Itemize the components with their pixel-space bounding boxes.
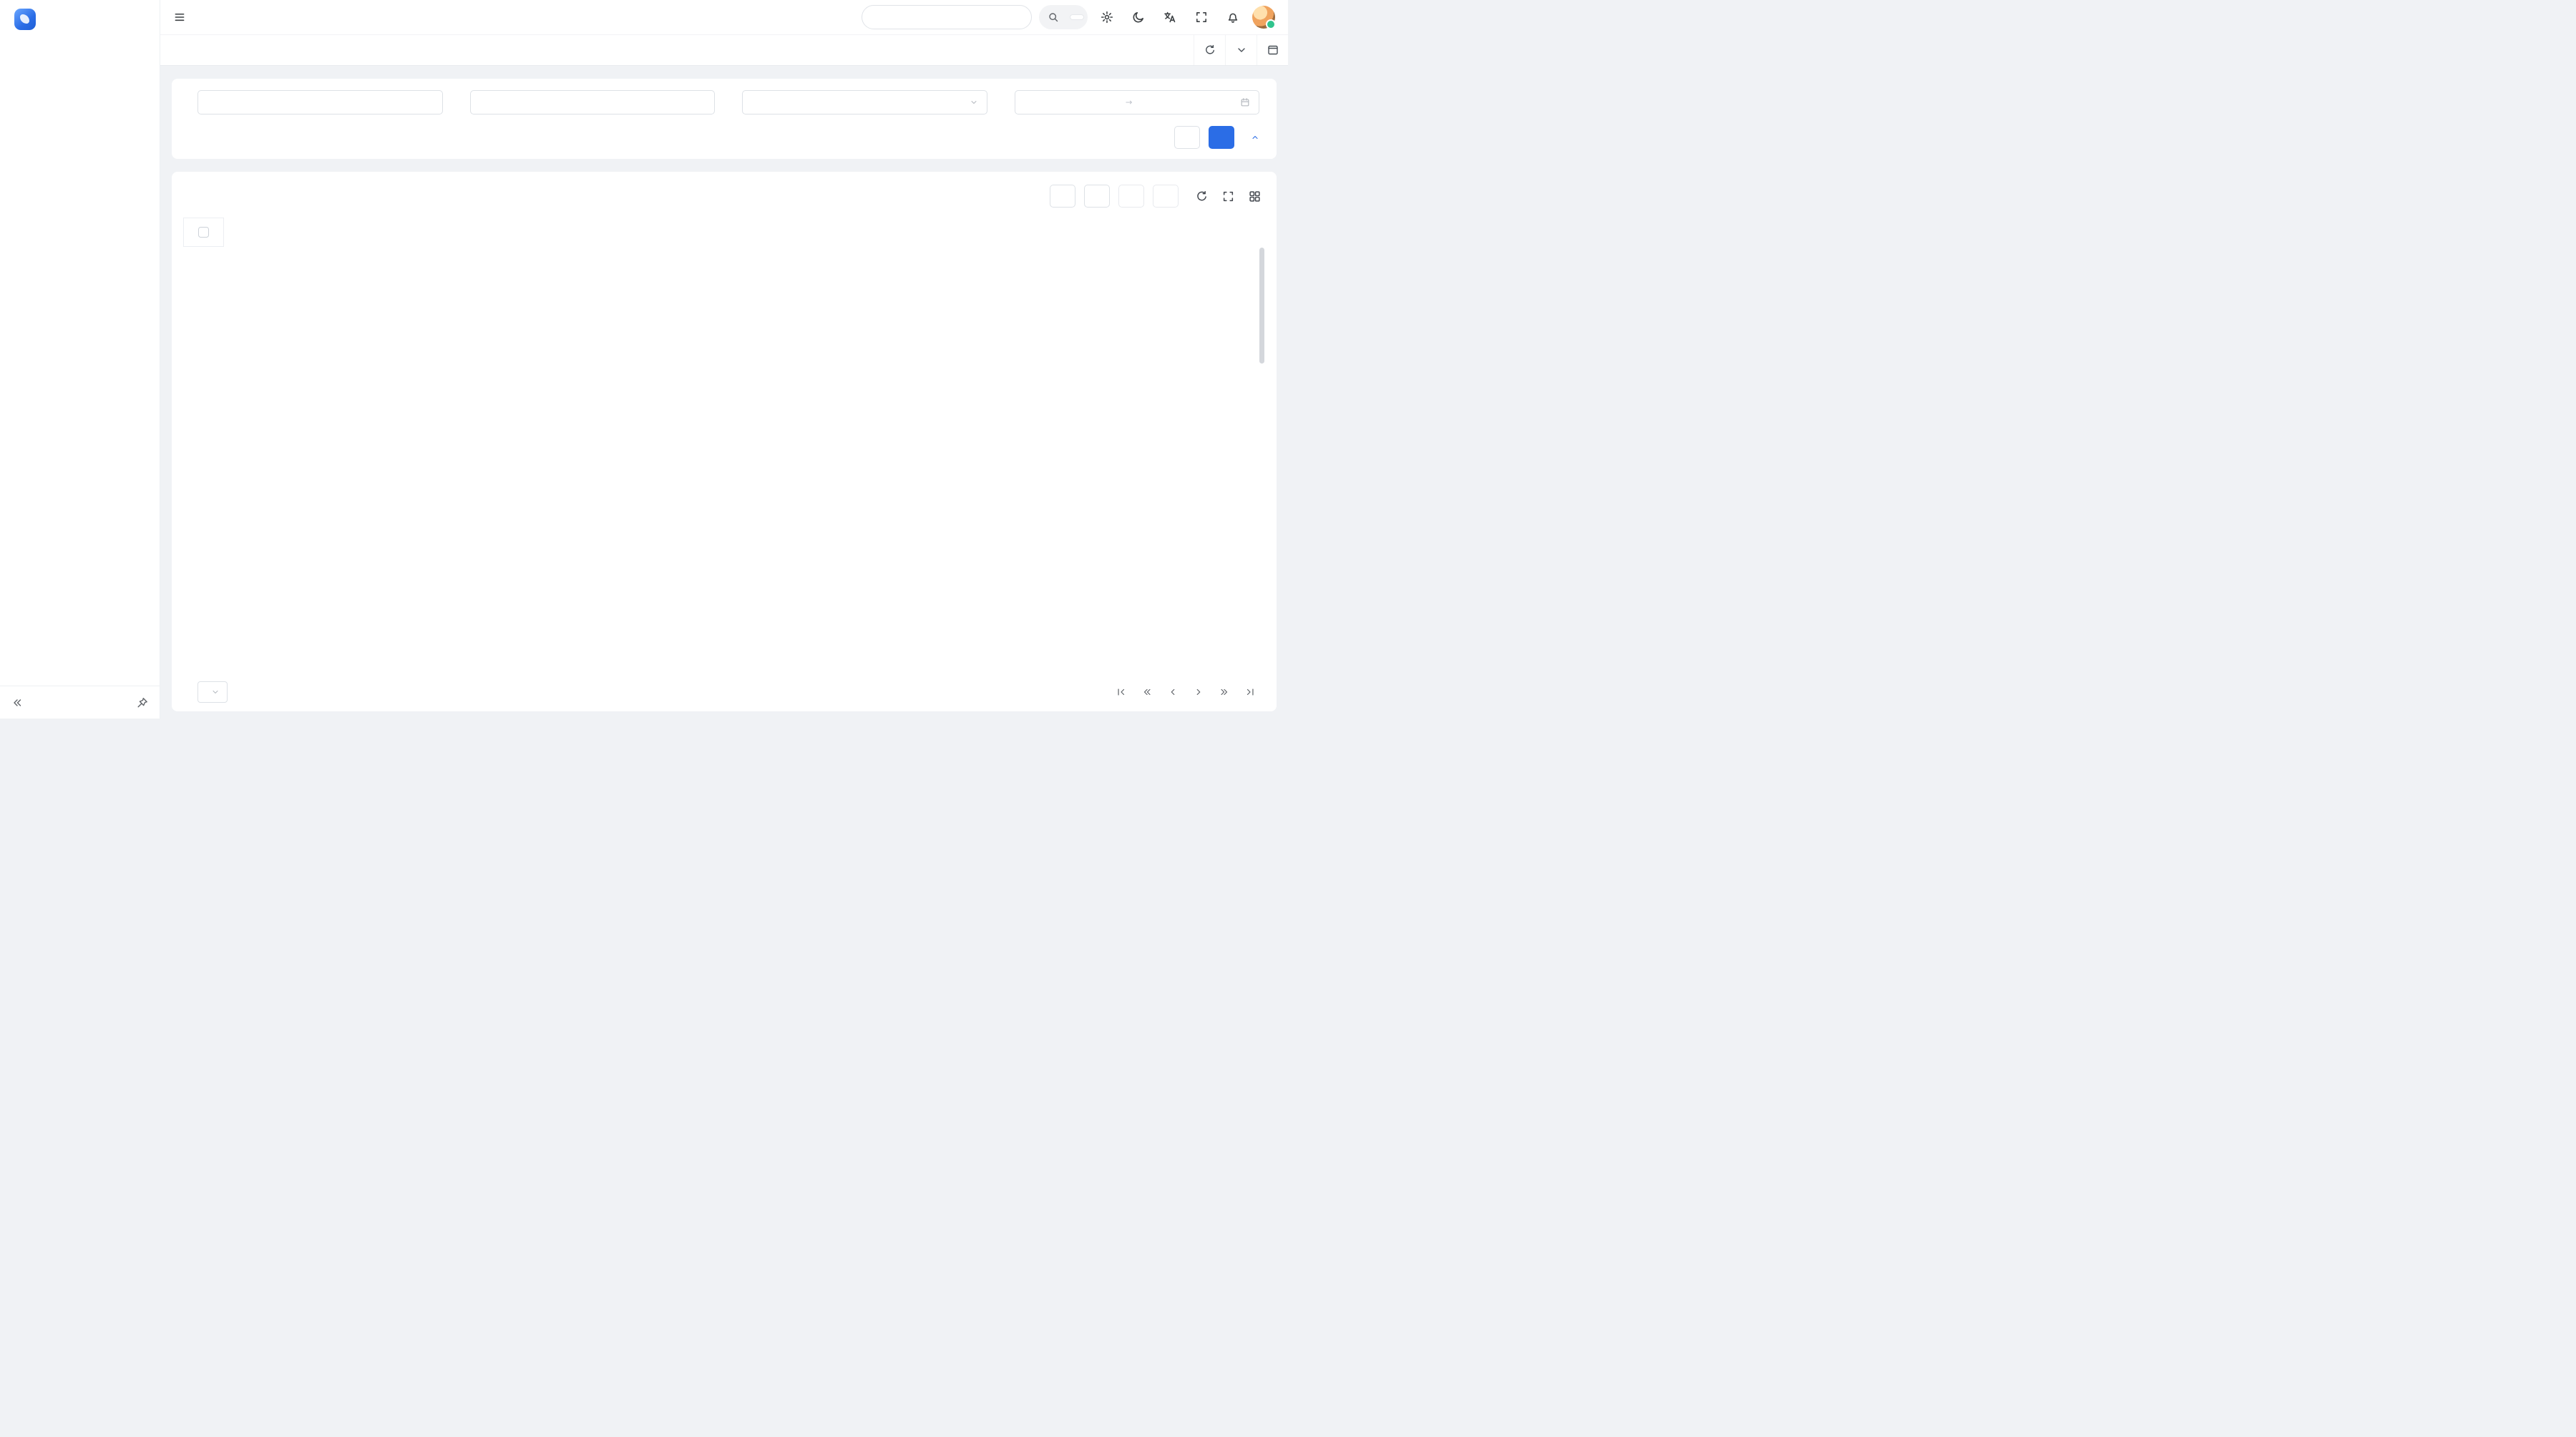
prev-page-button[interactable] xyxy=(1162,681,1184,703)
hamburger-icon xyxy=(173,11,186,24)
top-header xyxy=(160,0,1288,34)
last-page-button[interactable] xyxy=(1239,681,1261,703)
collapse-sidebar-icon[interactable] xyxy=(11,697,23,708)
translate-icon xyxy=(1163,11,1176,24)
app-logo[interactable] xyxy=(0,0,160,39)
date-filter-group xyxy=(1006,90,1260,115)
theme-toggle-button[interactable] xyxy=(1126,5,1151,29)
main-area xyxy=(160,0,1288,718)
filter-panel xyxy=(172,79,1277,159)
table-scrollbar[interactable] xyxy=(1259,248,1264,364)
fullscreen-button[interactable] xyxy=(1189,5,1214,29)
screen-icon xyxy=(1267,44,1279,56)
clear-button[interactable] xyxy=(1050,185,1075,208)
page-size-select[interactable] xyxy=(197,681,228,703)
app-logo-icon xyxy=(14,9,36,30)
login-log-card xyxy=(172,172,1277,711)
status-filter-group xyxy=(733,90,987,115)
reset-button[interactable] xyxy=(1174,126,1200,149)
chevron-down-icon xyxy=(1236,44,1247,56)
header-actions xyxy=(862,5,1275,29)
tab-options-button[interactable] xyxy=(1225,35,1257,65)
chevron-down-icon xyxy=(211,688,220,696)
arrow-right-icon xyxy=(1125,98,1133,107)
bell-icon xyxy=(1226,11,1239,24)
chevron-up-icon xyxy=(1251,133,1259,142)
account-filter-input[interactable] xyxy=(479,97,706,108)
chevron-down-icon xyxy=(970,98,978,107)
next-page-button[interactable] xyxy=(1188,681,1209,703)
double-chevron-left-icon xyxy=(1142,687,1152,697)
select-all-checkbox[interactable] xyxy=(198,227,210,238)
first-page-button[interactable] xyxy=(1111,681,1132,703)
ip-filter-group xyxy=(189,90,443,115)
moon-icon xyxy=(1132,11,1145,24)
tenant-select[interactable] xyxy=(862,5,1032,29)
open-tabs xyxy=(160,35,1194,65)
table-header-row xyxy=(184,218,1266,247)
table-wrap xyxy=(183,218,1265,673)
collapse-filters-link[interactable] xyxy=(1249,133,1259,142)
ip-filter-input[interactable] xyxy=(207,97,434,108)
tab-bar xyxy=(160,34,1288,66)
refresh-table-icon[interactable] xyxy=(1196,190,1208,203)
sidebar-toggle-button[interactable] xyxy=(167,5,192,29)
status-filter-select[interactable] xyxy=(742,90,987,115)
date-range-picker[interactable] xyxy=(1015,90,1260,115)
jump-forward-button[interactable] xyxy=(1214,681,1235,703)
calendar-icon xyxy=(1240,97,1250,107)
pagination-pages xyxy=(1111,681,1261,703)
table-fullscreen-icon[interactable] xyxy=(1222,190,1234,203)
tab-tools xyxy=(1194,35,1288,65)
user-avatar[interactable] xyxy=(1252,6,1275,29)
delete-button[interactable] xyxy=(1118,185,1144,208)
login-log-table xyxy=(183,218,1265,247)
gear-icon xyxy=(1101,11,1113,24)
column-settings-icon[interactable] xyxy=(1249,190,1261,203)
settings-button[interactable] xyxy=(1095,5,1119,29)
account-filter-group xyxy=(462,90,716,115)
unlock-button[interactable] xyxy=(1153,185,1179,208)
sidebar xyxy=(0,0,160,718)
notifications-button[interactable] xyxy=(1221,5,1245,29)
sidebar-footer xyxy=(0,686,160,718)
last-page-icon xyxy=(1245,687,1255,697)
chevron-left-icon xyxy=(1168,687,1178,697)
refresh-page-button[interactable] xyxy=(1194,35,1225,65)
page-content xyxy=(160,66,1288,718)
fullscreen-icon xyxy=(1195,11,1208,24)
language-button[interactable] xyxy=(1158,5,1182,29)
query-button[interactable] xyxy=(1209,126,1234,149)
sidebar-menu xyxy=(0,39,160,686)
first-page-icon xyxy=(1116,687,1126,697)
double-chevron-right-icon xyxy=(1219,687,1229,697)
export-button[interactable] xyxy=(1084,185,1110,208)
list-toolbar xyxy=(1050,185,1261,208)
select-all-cell xyxy=(184,218,224,247)
search-icon xyxy=(1048,11,1059,23)
pagination-bar xyxy=(183,673,1265,711)
search-shortcut xyxy=(1070,15,1083,19)
jump-back-button[interactable] xyxy=(1136,681,1158,703)
pin-sidebar-icon[interactable] xyxy=(137,697,148,708)
refresh-icon xyxy=(1204,44,1216,56)
global-search[interactable] xyxy=(1039,5,1088,29)
chevron-right-icon xyxy=(1194,687,1204,697)
content-fullscreen-button[interactable] xyxy=(1257,35,1288,65)
